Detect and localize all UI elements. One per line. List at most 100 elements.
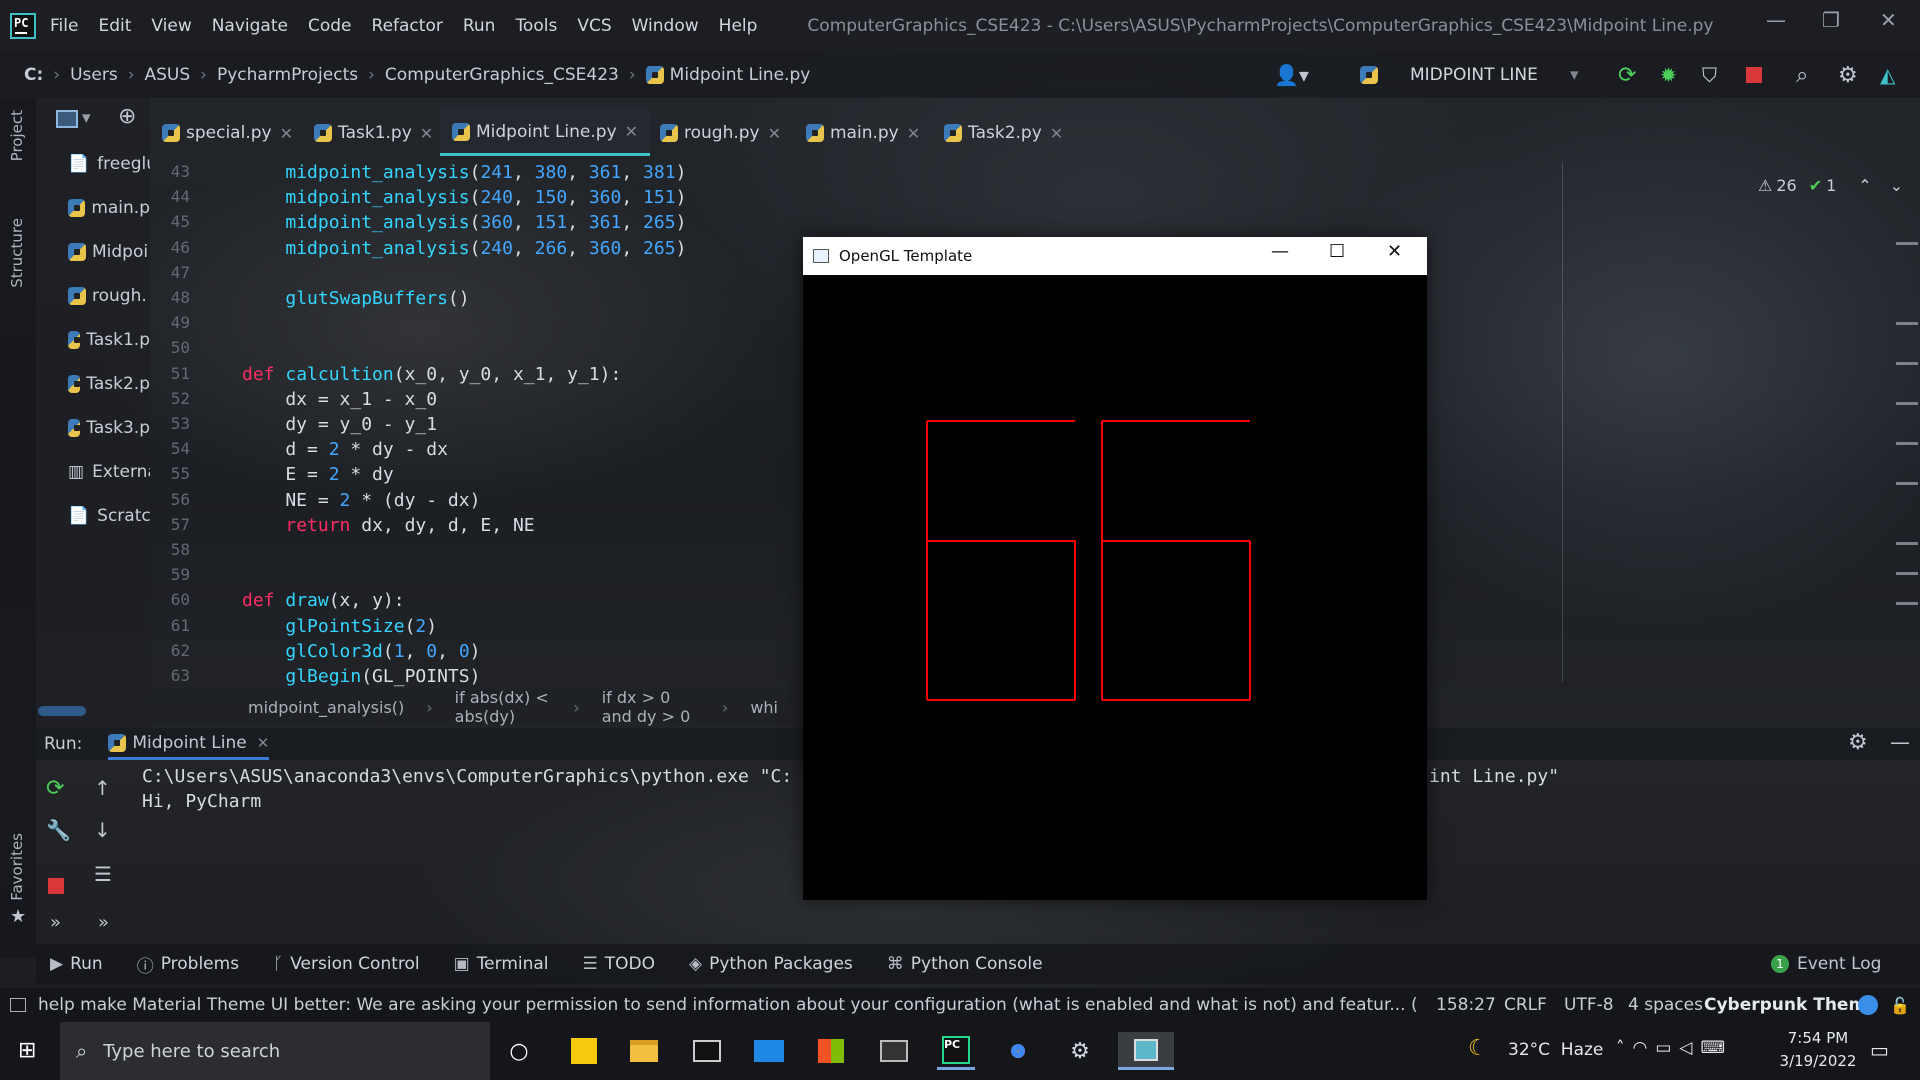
file-encoding[interactable]: UTF-8 xyxy=(1564,995,1614,1015)
problems-tool-button[interactable]: ⓘ Problems xyxy=(137,952,239,977)
project-tree-item[interactable]: Task2.p xyxy=(68,374,150,394)
menu-code[interactable]: Code xyxy=(308,16,352,36)
code-line[interactable]: E = 2 * dy xyxy=(242,464,393,485)
breadcrumb-users[interactable]: Users xyxy=(70,65,118,85)
tab-rough[interactable]: rough.py ✕ xyxy=(660,110,781,156)
arrow-down-icon[interactable]: ↓ xyxy=(94,818,111,842)
structure-tool-tab[interactable]: Structure xyxy=(8,218,26,288)
theme-name[interactable]: Cyberpunk Theme xyxy=(1704,995,1878,1015)
code-crumb[interactable]: if dx > 0 and dy > 0 xyxy=(602,688,700,726)
code-line[interactable]: midpoint_analysis(240, 266, 360, 265) xyxy=(242,238,686,259)
clock-date[interactable]: 3/19/2022 xyxy=(1774,1052,1862,1070)
arrow-up-icon[interactable]: ↑ xyxy=(94,776,111,800)
status-message[interactable]: help make Material Theme UI better: We a… xyxy=(38,995,1418,1015)
horizontal-scrollbar[interactable] xyxy=(38,706,86,716)
chevron-down-icon[interactable]: ▾ xyxy=(1570,52,1579,98)
menu-help[interactable]: Help xyxy=(719,16,758,36)
close-tab-icon[interactable]: ✕ xyxy=(1050,124,1063,143)
app-window-icon[interactable] xyxy=(875,1032,913,1070)
close-tab-icon[interactable]: ✕ xyxy=(257,734,270,752)
clock-time[interactable]: 7:54 PM xyxy=(1778,1029,1858,1047)
code-line[interactable]: def calcultion(x_0, y_0, x_1, y_1): xyxy=(242,364,621,385)
code-line[interactable]: glPointSize(2) xyxy=(242,616,437,637)
code-crumb[interactable]: whi xyxy=(750,698,778,717)
run-tool-button[interactable]: ▶ Run xyxy=(50,954,103,974)
breadcrumb-asus[interactable]: ASUS xyxy=(145,65,191,85)
run-tab[interactable]: Midpoint Line ✕ xyxy=(108,728,270,760)
mail-icon[interactable] xyxy=(750,1032,788,1070)
code-line[interactable]: dx = x_1 - x_0 xyxy=(242,389,437,410)
opengl-window[interactable]: OpenGL Template — ☐ ✕ xyxy=(803,237,1427,900)
python-console-tool-button[interactable]: ⌘ Python Console xyxy=(887,954,1043,974)
python-packages-tool-button[interactable]: ◈ Python Packages xyxy=(689,954,853,974)
more-icon[interactable]: » xyxy=(50,912,61,933)
pycharm-taskbar-icon[interactable]: PC xyxy=(937,1032,975,1070)
minimize-icon[interactable]: — xyxy=(1766,8,1786,32)
code-editor[interactable]: 43 midpoint_analysis(241, 380, 361, 381)… xyxy=(150,160,800,688)
breadcrumb-file[interactable]: Midpoint Line.py xyxy=(670,65,811,85)
minimize-icon[interactable]: — xyxy=(1271,241,1289,262)
code-line[interactable]: midpoint_analysis(360, 151, 361, 265) xyxy=(242,212,686,233)
code-line[interactable]: midpoint_analysis(240, 150, 360, 151) xyxy=(242,187,686,208)
terminal-app-icon[interactable] xyxy=(688,1032,726,1070)
tab-task2[interactable]: Task2.py ✕ xyxy=(944,110,1063,156)
maximize-icon[interactable]: ☐ xyxy=(1329,241,1345,262)
close-tab-icon[interactable]: ✕ xyxy=(420,124,433,143)
favorites-tool-tab[interactable]: Favorites xyxy=(8,833,26,901)
menu-run[interactable]: Run xyxy=(463,16,496,36)
menu-navigate[interactable]: Navigate xyxy=(212,16,288,36)
system-tray-icons[interactable]: ˄◠▭◁⌨ xyxy=(1616,1038,1733,1058)
code-line[interactable]: NE = 2 * (dy - dx) xyxy=(242,490,480,511)
menu-view[interactable]: View xyxy=(151,16,191,36)
restore-icon[interactable]: ❐ xyxy=(1822,8,1840,32)
tab-special[interactable]: special.py ✕ xyxy=(162,110,293,156)
chevron-up-icon[interactable]: ⌃ xyxy=(1858,176,1871,195)
soft-wrap-icon[interactable]: ☰ xyxy=(94,862,112,886)
version-control-tool-button[interactable]: ᚴ Version Control xyxy=(273,954,420,974)
chevron-down-icon[interactable]: ⌄ xyxy=(1890,176,1903,195)
breadcrumb-pycharmprojects[interactable]: PycharmProjects xyxy=(217,65,358,85)
code-line[interactable]: dy = y_0 - y_1 xyxy=(242,414,437,435)
weather-text[interactable]: 32°C Haze xyxy=(1508,1040,1603,1060)
plugin-icon[interactable]: ◭ xyxy=(1880,52,1895,98)
project-tree-item[interactable]: rough. xyxy=(68,286,150,306)
terminal-tool-button[interactable]: ▣ Terminal xyxy=(454,954,549,974)
more-icon[interactable]: » xyxy=(98,912,109,933)
stop-icon[interactable] xyxy=(1746,52,1762,98)
project-tree-item[interactable]: main.p xyxy=(68,198,150,218)
project-tree-item[interactable]: 📄 Scratch xyxy=(68,506,150,526)
line-separator[interactable]: CRLF xyxy=(1504,995,1547,1015)
user-icon[interactable]: 👤▾ xyxy=(1274,52,1309,98)
indent-setting[interactable]: 4 spaces xyxy=(1628,995,1703,1015)
menu-window[interactable]: Window xyxy=(632,16,699,36)
pycharm-logo-icon[interactable]: PC xyxy=(10,13,36,39)
close-tab-icon[interactable]: ✕ xyxy=(907,124,920,143)
event-log-button[interactable]: 1 Event Log xyxy=(1771,954,1881,974)
gear-icon[interactable]: ⚙ xyxy=(1838,52,1858,98)
close-icon[interactable]: ✕ xyxy=(1387,241,1402,262)
steam-icon[interactable]: ⚙ xyxy=(1061,1032,1099,1070)
breadcrumb-project[interactable]: ComputerGraphics_CSE423 xyxy=(385,65,619,85)
gear-icon[interactable]: ⚙ xyxy=(1848,730,1868,755)
stop-icon[interactable] xyxy=(48,878,64,894)
opengl-title-bar[interactable]: OpenGL Template — ☐ ✕ xyxy=(803,237,1427,275)
coverage-icon[interactable]: ⛉ xyxy=(1702,52,1717,98)
windows-start-icon[interactable]: ⊞ xyxy=(18,1038,36,1063)
debug-icon[interactable]: ✹ xyxy=(1660,52,1677,98)
project-tree-item[interactable]: ▥ Externa xyxy=(68,462,150,482)
code-line[interactable]: glutSwapBuffers() xyxy=(242,288,469,309)
code-line[interactable]: glBegin(GL_POINTS) xyxy=(242,666,480,687)
code-line[interactable]: d = 2 * dy - dx xyxy=(242,439,448,460)
opengl-app-icon[interactable] xyxy=(1118,1032,1174,1070)
inspection-widget[interactable]: ⚠ 26 ✔ 1 ⌃ ⌄ xyxy=(1758,176,1903,195)
tab-midpoint-line[interactable]: Midpoint Line.py ✕ xyxy=(440,110,651,156)
close-icon[interactable]: ✕ xyxy=(1880,8,1897,32)
tab-task1[interactable]: Task1.py ✕ xyxy=(314,110,433,156)
lock-icon[interactable]: 🔓 xyxy=(1890,996,1910,1015)
project-tree-item[interactable]: Midpoi xyxy=(68,242,150,262)
project-tree-item[interactable]: Task3.p xyxy=(68,418,150,438)
close-tab-icon[interactable]: ✕ xyxy=(768,124,781,143)
wrench-icon[interactable]: 🔧 xyxy=(46,818,71,842)
menu-edit[interactable]: Edit xyxy=(98,16,131,36)
tab-main[interactable]: main.py ✕ xyxy=(806,110,920,156)
